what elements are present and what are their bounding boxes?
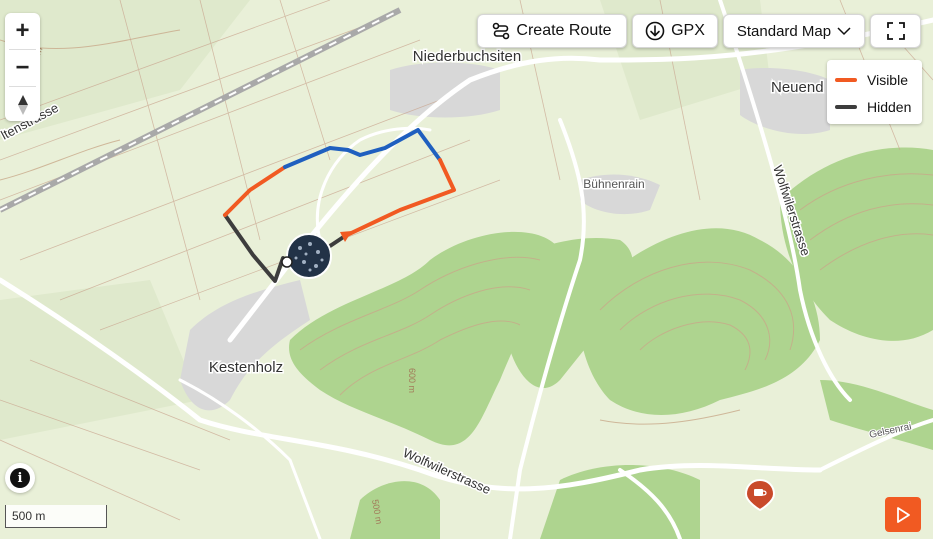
play-button[interactable]: [885, 497, 921, 532]
label-buehnenrain: Bühnenrain: [583, 177, 644, 191]
map-style-value: Standard Map: [736, 22, 832, 40]
info-icon: i: [10, 468, 30, 488]
zoom-out-button[interactable]: −: [5, 50, 40, 86]
route-legend: Visible Hidden: [827, 60, 922, 124]
gpx-label: GPX: [671, 22, 705, 39]
chevron-down-icon: [837, 27, 851, 36]
scale-bar: 500 m: [5, 505, 107, 528]
route-icon: [493, 22, 510, 40]
legend-swatch-hidden: [835, 104, 857, 109]
map-canvas[interactable]: Niederbuchsiten Kestenholz Bühnenrain Ne…: [0, 0, 933, 539]
legend-item-hidden: Hidden: [835, 93, 914, 120]
map-style-select[interactable]: Standard Map: [723, 14, 865, 48]
legend-item-visible: Visible: [835, 66, 914, 93]
download-icon: [645, 21, 665, 41]
compass-icon: [17, 95, 28, 115]
legend-label-visible: Visible: [867, 71, 908, 88]
create-route-label: Create Route: [516, 22, 612, 39]
label-kestenholz: Kestenholz: [209, 359, 283, 376]
label-contour-600: 600 m: [407, 368, 417, 393]
info-button[interactable]: i: [5, 463, 35, 493]
zoom-in-button[interactable]: +: [5, 13, 40, 49]
label-neuendorf: Neuend: [771, 79, 824, 96]
fullscreen-icon: [886, 22, 905, 40]
compass-button[interactable]: [5, 87, 40, 123]
gpx-download-button[interactable]: GPX: [632, 14, 718, 48]
zoom-controls: + −: [5, 13, 40, 121]
play-icon: [897, 506, 910, 523]
legend-label-hidden: Hidden: [867, 98, 912, 115]
label-niederbuchsiten: Niederbuchsiten: [413, 48, 521, 65]
create-route-button[interactable]: Create Route: [477, 14, 627, 48]
scale-label: 500 m: [12, 509, 46, 523]
fullscreen-button[interactable]: [870, 14, 921, 48]
legend-swatch-visible: [835, 77, 857, 82]
